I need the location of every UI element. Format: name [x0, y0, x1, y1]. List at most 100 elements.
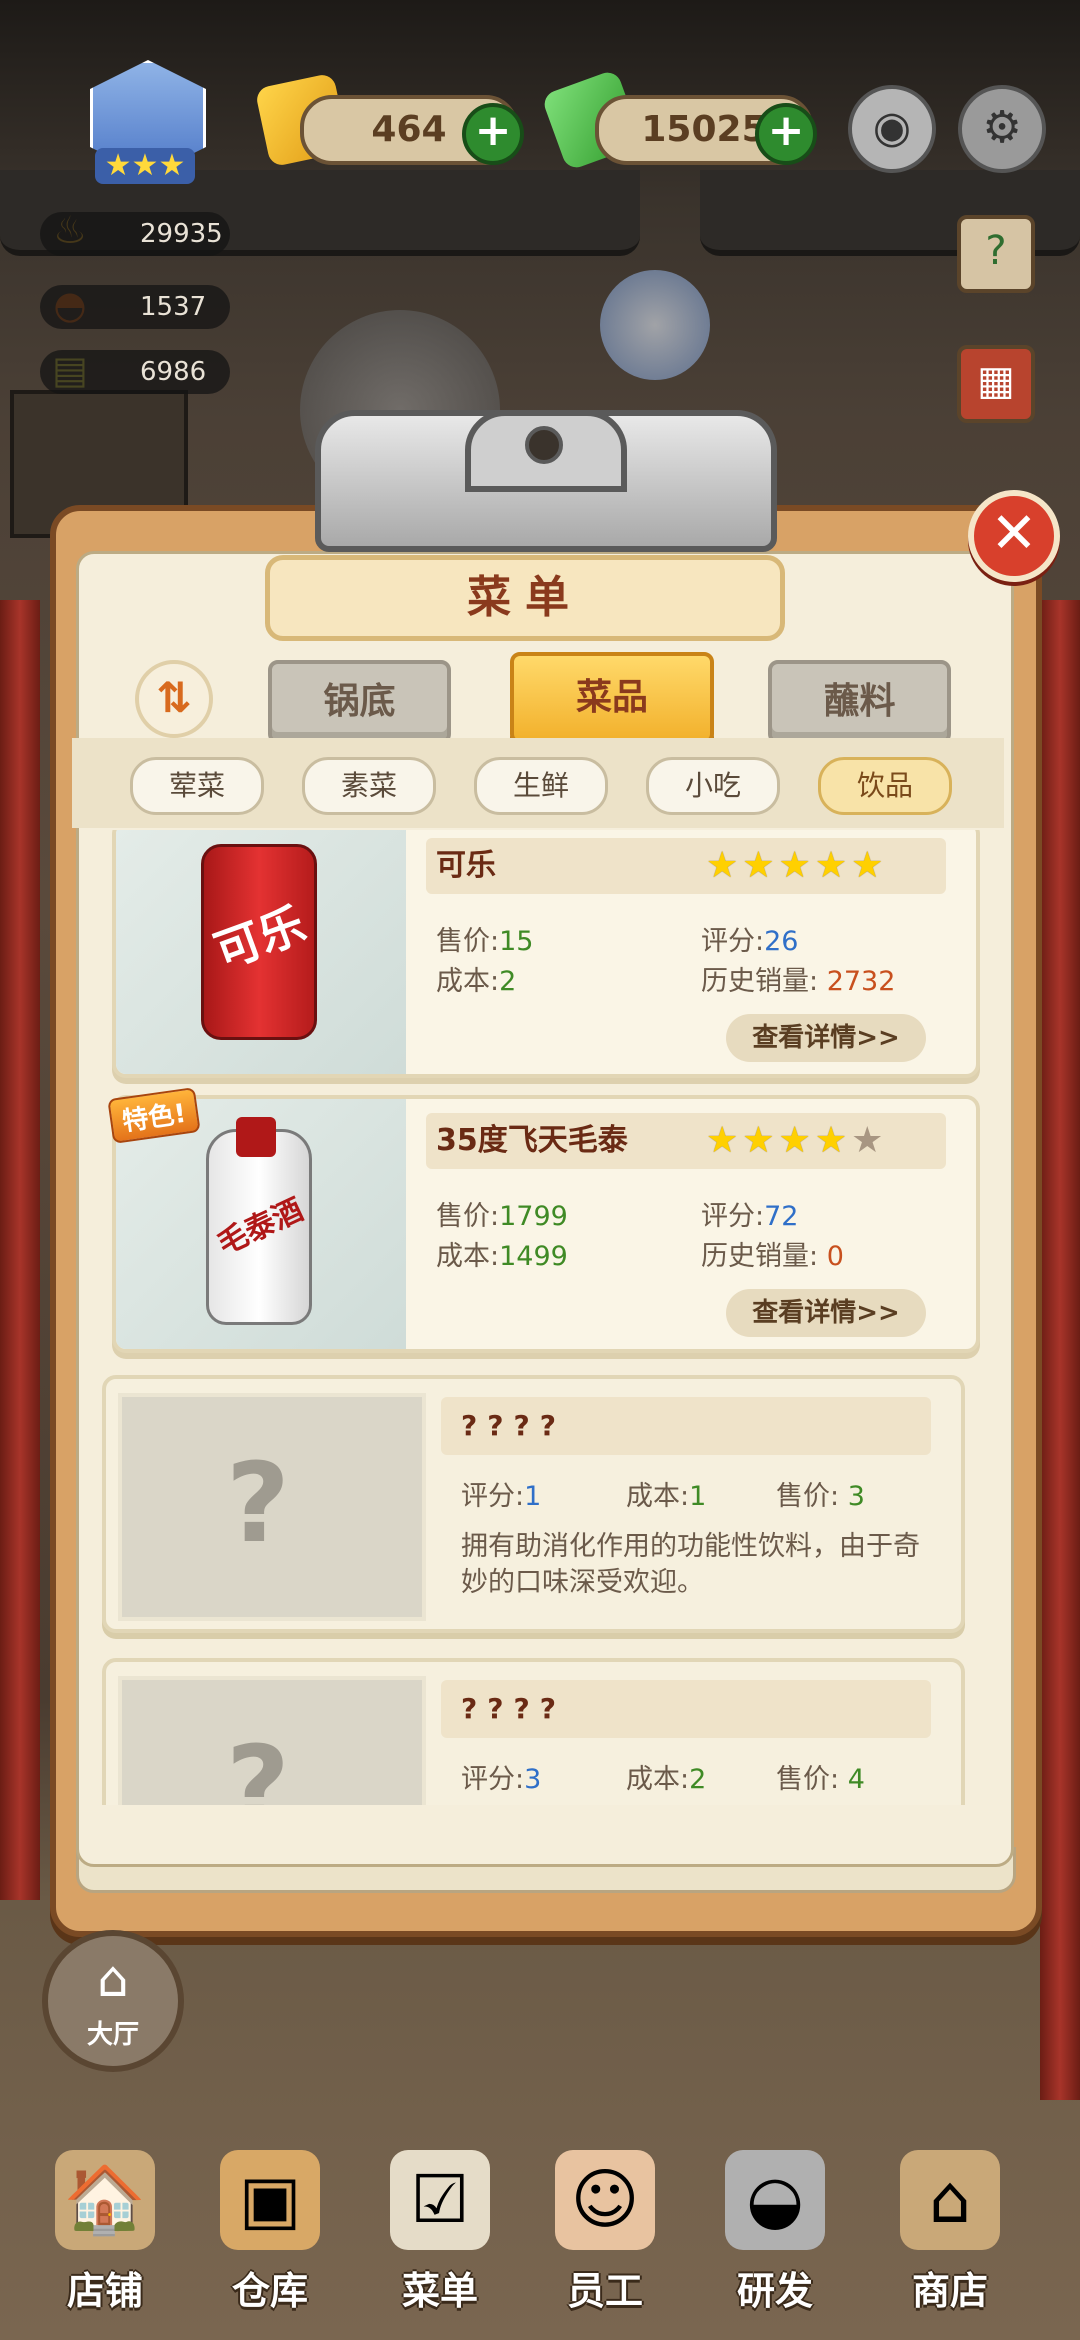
sales-value: 2732 — [826, 966, 896, 997]
cost-value: 2 — [499, 966, 517, 997]
list-item[interactable]: 可乐 可乐 ★★★★★ 售价:15 成本:2 评分:26 历史销量: 2732 … — [112, 830, 980, 1078]
chip-fresh[interactable]: 生鲜 — [474, 757, 608, 815]
cost-label: 成本: — [436, 1241, 500, 1272]
nav-label: 店铺 — [66, 2269, 143, 2313]
house-icon: ⌂ — [97, 1950, 129, 2008]
cola-can-icon: 可乐 — [201, 844, 317, 1040]
score-label: 评分: — [701, 1201, 765, 1232]
close-button[interactable]: ✕ — [968, 490, 1060, 582]
price-row: 售价: 4 — [776, 1757, 865, 1796]
chip-vegetable[interactable]: 素菜 — [302, 757, 436, 815]
boxes-icon: ▣ — [220, 2150, 320, 2250]
chip-snack[interactable]: 小吃 — [646, 757, 780, 815]
shop-icon: ⌂ — [900, 2150, 1000, 2250]
restaurant-level-badge[interactable]: ★★★ — [55, 60, 235, 190]
storefront-icon: 🏠 — [55, 2150, 155, 2250]
pillar-right — [1040, 600, 1080, 2100]
list-item[interactable]: 毛泰酒 特色! 35度飞天毛泰 ★★★★★ 售价:1799 成本:1499 评分… — [107, 1087, 980, 1353]
tab-dishes[interactable]: 菜品 — [510, 652, 714, 744]
star-empty-icon: ★ — [851, 1120, 888, 1161]
bottom-nav: 🏠 店铺 ▣ 仓库 ☑ 菜单 ☺ 员工 ◒ 研发 ⌂ 商店 — [0, 2120, 1080, 2340]
price-label: 售价: — [436, 926, 500, 957]
cost-value: 2 — [689, 1764, 707, 1795]
staff-icon: ☺ — [555, 2150, 655, 2250]
camera-icon[interactable]: ◉ — [848, 85, 936, 173]
bottle-cap — [236, 1117, 276, 1157]
bottle-label: 毛泰酒 — [212, 1192, 309, 1263]
nav-menu[interactable]: ☑ 菜单 — [365, 2140, 515, 2340]
nav-store[interactable]: ⌂ 商店 — [875, 2140, 1025, 2340]
price-value: 3 — [847, 1481, 865, 1512]
view-details-button[interactable]: 查看详情>> — [726, 1014, 926, 1062]
panel-title: 菜单 — [265, 555, 785, 641]
nav-warehouse[interactable]: ▣ 仓库 — [195, 2140, 345, 2340]
sales-row: 历史销量: 0 — [701, 1234, 844, 1273]
dish-list[interactable]: 可乐 可乐 ★★★★★ 售价:15 成本:2 评分:26 历史销量: 2732 … — [72, 830, 1004, 1805]
can-label: 可乐 — [207, 896, 313, 979]
score-label: 评分: — [461, 1764, 525, 1795]
score-label: 评分: — [461, 1481, 525, 1512]
cost-row: 成本:2 — [436, 959, 516, 998]
level-stars: ★★★ — [95, 148, 195, 184]
pillar-left — [0, 600, 40, 1900]
score-value: 3 — [524, 1764, 542, 1795]
nav-staff[interactable]: ☺ 员工 — [530, 2140, 680, 2340]
cost-label: 成本: — [436, 966, 500, 997]
stat-row-1: 29935 — [40, 212, 230, 256]
decor-plate — [600, 270, 710, 380]
dish-rating-stars: ★★★★★ — [706, 1113, 887, 1169]
price-row: 售价: 3 — [776, 1474, 865, 1513]
clipboard-hole — [525, 426, 563, 464]
cost-row: 成本:2 — [626, 1757, 706, 1796]
score-row: 评分:1 — [461, 1474, 541, 1513]
dish-name: 35度飞天毛泰 — [436, 1123, 628, 1158]
cost-row: 成本:1499 — [436, 1234, 568, 1273]
hall-label: 大厅 — [86, 2020, 139, 2050]
sales-label: 历史销量: — [701, 966, 819, 997]
score-row: 评分:26 — [701, 919, 798, 958]
locked-name: ???? — [461, 1692, 566, 1725]
guide-book-icon[interactable]: ? — [957, 215, 1035, 293]
nav-label: 员工 — [566, 2269, 643, 2313]
sort-button[interactable]: ⇅ — [135, 660, 213, 738]
cost-value: 1499 — [499, 1241, 568, 1272]
price-value: 15 — [499, 926, 534, 957]
price-label: 售价: — [436, 1201, 500, 1232]
nav-label: 菜单 — [401, 2269, 478, 2313]
recipe-book-icon[interactable]: ▦ — [957, 345, 1035, 423]
wok-icon: ◒ — [725, 2150, 825, 2250]
hall-button[interactable]: ⌂ 大厅 — [42, 1930, 184, 2072]
price-value: 4 — [847, 1764, 865, 1795]
gear-icon[interactable]: ⚙ — [958, 85, 1046, 173]
score-value: 26 — [764, 926, 799, 957]
sales-value: 0 — [826, 1241, 844, 1272]
locked-item[interactable]: ? ???? 评分:1 成本:1 售价: 3 拥有助消化作用的功能性饮料，由于奇… — [102, 1375, 965, 1633]
score-label: 评分: — [701, 926, 765, 957]
dish-thumbnail: 可乐 — [116, 830, 406, 1074]
item-description: 拥有助消化作用的功能性饮料，由于奇妙的口味深受欢迎。 — [461, 1531, 920, 1598]
cost-value: 1 — [689, 1481, 707, 1512]
dish-name: 可乐 — [436, 848, 496, 883]
price-row: 售价:15 — [436, 919, 533, 958]
view-details-button[interactable]: 查看详情>> — [726, 1289, 926, 1337]
price-label: 售价: — [776, 1764, 840, 1795]
add-gems-button[interactable]: + — [462, 103, 524, 165]
nav-label: 研发 — [736, 2269, 813, 2313]
question-mark-icon: ? — [226, 1722, 290, 1805]
score-value: 1 — [524, 1481, 542, 1512]
tab-dips[interactable]: 蘸料 — [768, 660, 951, 744]
tab-soup-base[interactable]: 锅底 — [268, 660, 451, 744]
locked-name: ???? — [461, 1409, 566, 1442]
nav-shop-front[interactable]: 🏠 店铺 — [30, 2140, 180, 2340]
price-row: 售价:1799 — [436, 1194, 568, 1233]
locked-item[interactable]: ? ???? 评分:3 成本:2 售价: 4 — [102, 1658, 965, 1805]
chip-drinks[interactable]: 饮品 — [818, 757, 952, 815]
cost-label: 成本: — [626, 1481, 690, 1512]
star-icon: ★★★★★ — [706, 845, 888, 886]
add-cash-button[interactable]: + — [755, 103, 817, 165]
sales-label: 历史销量: — [701, 1241, 819, 1272]
question-mark-icon: ? — [226, 1439, 290, 1567]
nav-research[interactable]: ◒ 研发 — [700, 2140, 850, 2340]
stat-row-3: 6986 — [40, 350, 230, 394]
chip-meat[interactable]: 荤菜 — [130, 757, 264, 815]
